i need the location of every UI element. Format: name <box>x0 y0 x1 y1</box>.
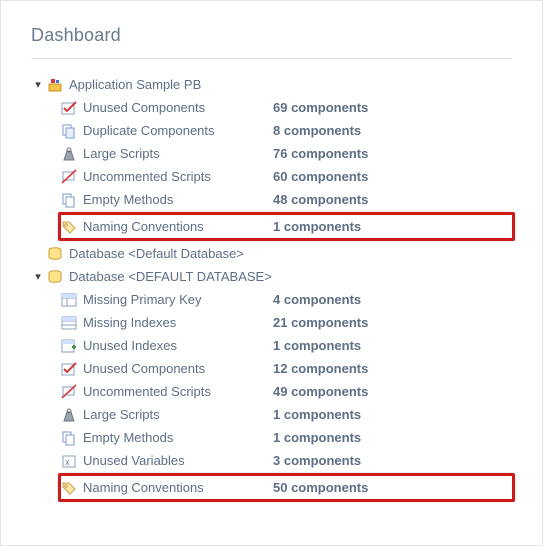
dashboard-tree: ▾ Application Sample PB Unused Component… <box>31 73 512 502</box>
tree-item-count: 1 components <box>273 407 361 422</box>
tree-item-count: 50 components <box>273 480 368 495</box>
tree-item-label: Uncommented Scripts <box>83 169 273 184</box>
check-red-icon <box>61 100 77 116</box>
table-plus-icon <box>61 338 77 354</box>
comment-off-icon <box>61 384 77 400</box>
tree-item[interactable]: Uncommented Scripts 60 components <box>61 165 512 188</box>
tree-item[interactable]: x Unused Variables 3 components <box>61 449 512 472</box>
table-idx-icon <box>61 315 77 331</box>
tree-item-label: Empty Methods <box>83 430 273 445</box>
weight-icon <box>61 146 77 162</box>
tree-item-label: Unused Indexes <box>83 338 273 353</box>
tree-item-count: 12 components <box>273 361 368 376</box>
tree-root-label: Database <Default Database> <box>69 246 244 261</box>
tree-item-count: 49 components <box>273 384 368 399</box>
tree-item-count: 48 components <box>273 192 368 207</box>
tree-item[interactable]: Empty Methods 48 components <box>61 188 512 211</box>
tree-root-label: Database <DEFAULT DATABASE> <box>69 269 272 284</box>
tree-item[interactable]: Large Scripts 76 components <box>61 142 512 165</box>
tree-item[interactable]: Naming Conventions 1 components <box>61 215 512 238</box>
db-icon <box>47 269 63 285</box>
table-key-icon <box>61 292 77 308</box>
tree-item-label: Unused Variables <box>83 453 273 468</box>
tree-item-count: 1 components <box>273 338 361 353</box>
tree-item-count: 4 components <box>273 292 361 307</box>
tree-item-label: Naming Conventions <box>83 219 273 234</box>
tree-item[interactable]: Duplicate Components 8 components <box>61 119 512 142</box>
tree-item-count: 69 components <box>273 100 368 115</box>
empty-box-icon <box>61 192 77 208</box>
comment-off-icon <box>61 169 77 185</box>
divider <box>31 58 512 59</box>
tree-item-count: 60 components <box>273 169 368 184</box>
app-icon <box>47 77 63 93</box>
tree-item-count: 1 components <box>273 430 361 445</box>
var-icon: x <box>61 453 77 469</box>
tree-item-label: Missing Indexes <box>83 315 273 330</box>
tree-item-count: 76 components <box>273 146 368 161</box>
tree-item-count: 21 components <box>273 315 368 330</box>
tree-root-application[interactable]: ▾ Application Sample PB <box>31 73 512 96</box>
tree-item[interactable]: Unused Components 12 components <box>61 357 512 380</box>
tag-icon <box>61 219 77 235</box>
tree-item-label: Missing Primary Key <box>83 292 273 307</box>
page-title: Dashboard <box>31 25 512 46</box>
tree-item-label: Large Scripts <box>83 146 273 161</box>
check-red-icon <box>61 361 77 377</box>
tree-item-label: Unused Components <box>83 361 273 376</box>
tree-item[interactable]: Missing Primary Key 4 components <box>61 288 512 311</box>
expand-toggle[interactable]: ▾ <box>31 270 45 283</box>
tree-item[interactable]: Uncommented Scripts 49 components <box>61 380 512 403</box>
tree-item[interactable]: Large Scripts 1 components <box>61 403 512 426</box>
tree-item[interactable]: Unused Components 69 components <box>61 96 512 119</box>
tree-item-count: 8 components <box>273 123 361 138</box>
copy-icon <box>61 123 77 139</box>
weight-icon <box>61 407 77 423</box>
tree-item[interactable]: Empty Methods 1 components <box>61 426 512 449</box>
tree-item-label: Large Scripts <box>83 407 273 422</box>
tree-item-label: Duplicate Components <box>83 123 273 138</box>
tree-item[interactable]: Naming Conventions 50 components <box>61 476 512 499</box>
tree-root-database-DEFAULT[interactable]: ▾ Database <DEFAULT DATABASE> <box>31 265 512 288</box>
svg-text:x: x <box>65 457 70 467</box>
tree-item-count: 3 components <box>273 453 361 468</box>
tree-item-label: Empty Methods <box>83 192 273 207</box>
db-icon <box>47 246 63 262</box>
tree-root-label: Application Sample PB <box>69 77 201 92</box>
expand-toggle[interactable]: ▾ <box>31 78 45 91</box>
tree-root-database-default[interactable]: Database <Default Database> <box>31 242 512 265</box>
tree-item-label: Unused Components <box>83 100 273 115</box>
tree-item[interactable]: Unused Indexes 1 components <box>61 334 512 357</box>
tree-item-label: Naming Conventions <box>83 480 273 495</box>
tree-item-label: Uncommented Scripts <box>83 384 273 399</box>
tree-item[interactable]: Missing Indexes 21 components <box>61 311 512 334</box>
empty-box-icon <box>61 430 77 446</box>
tree-item-count: 1 components <box>273 219 361 234</box>
tag-icon <box>61 480 77 496</box>
